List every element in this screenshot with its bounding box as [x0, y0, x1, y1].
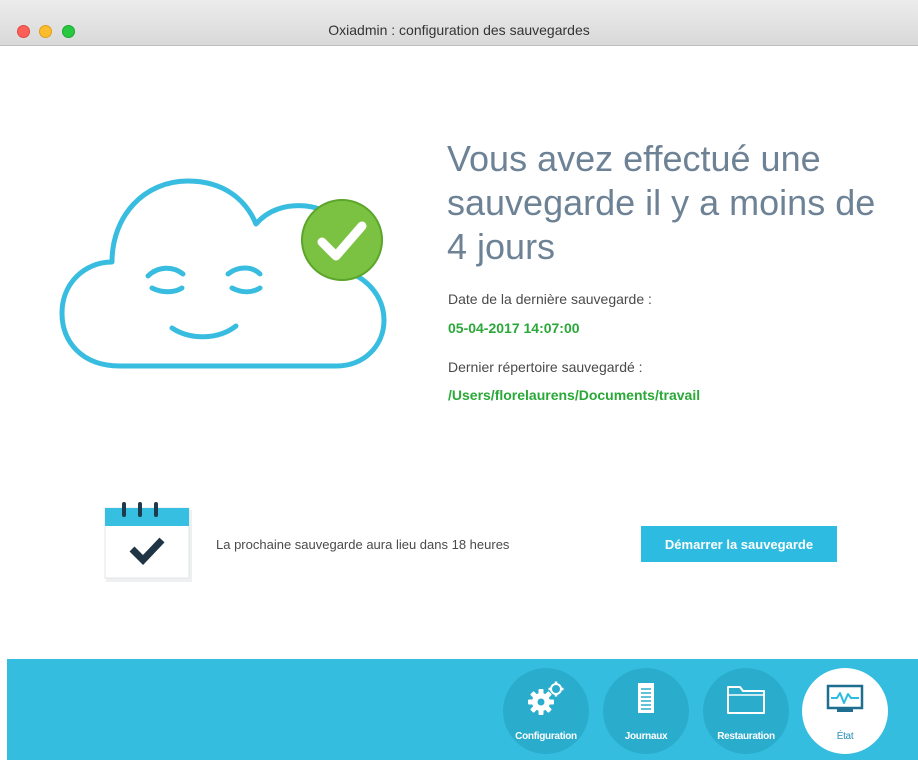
- nav-configuration-button[interactable]: Configuration: [503, 668, 589, 754]
- folder-icon: [727, 686, 765, 714]
- checkmark-badge-icon: [301, 199, 383, 281]
- document-icon: [638, 683, 654, 713]
- gears-icon: [528, 681, 564, 715]
- nav-journaux-label: Journaux: [624, 731, 668, 742]
- window-title: Oxiadmin : configuration des sauvegardes: [328, 22, 590, 38]
- last-backup-date-label: Date de la dernière sauvegarde :: [448, 291, 652, 307]
- calendar-check-illustration: [102, 502, 192, 582]
- cloud-icon: [59, 178, 387, 369]
- last-backup-directory-value: /Users/florelaurens/Documents/travail: [448, 387, 701, 403]
- nav-journaux-button[interactable]: Journaux: [603, 668, 689, 754]
- status-headline: Vous avez effectué une sauvegarde il y a…: [447, 138, 876, 267]
- next-backup-text: La prochaine sauvegarde aura lieu dans 1…: [216, 537, 510, 552]
- start-backup-button[interactable]: Démarrer la sauvegarde: [641, 526, 837, 562]
- monitor-pulse-icon: [826, 684, 864, 712]
- happy-cloud-illustration: [58, 178, 388, 373]
- nav-etat-button[interactable]: État: [802, 668, 888, 754]
- nav-restauration-button[interactable]: Restauration: [703, 668, 789, 754]
- nav-configuration-label: Configuration: [515, 731, 577, 742]
- nav-etat-label: État: [836, 731, 854, 742]
- title-bar: Oxiadmin : configuration des sauvegardes: [0, 0, 918, 46]
- last-backup-date-value: 05-04-2017 14:07:00: [448, 320, 580, 336]
- nav-restauration-label: Restauration: [717, 731, 775, 742]
- last-backup-directory-label: Dernier répertoire sauvegardé :: [448, 359, 643, 375]
- calendar-icon: [104, 502, 192, 582]
